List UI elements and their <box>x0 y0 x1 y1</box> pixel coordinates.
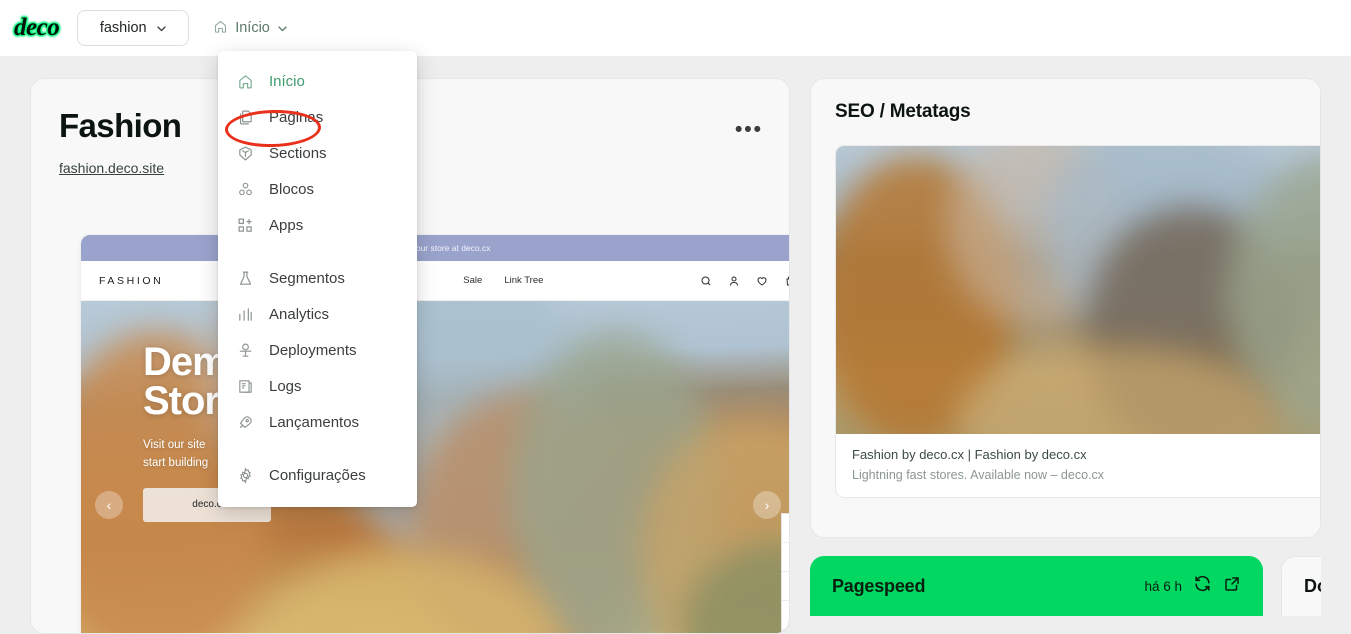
pagespeed-updated: há 6 h <box>1144 578 1182 594</box>
rocket-icon <box>236 413 255 432</box>
preview-promo-text: o your store at deco.cx <box>404 243 491 253</box>
home-icon <box>213 19 228 38</box>
search-icon[interactable] <box>700 275 712 287</box>
gear-icon <box>236 466 255 485</box>
seo-meta-description: Lightning fast stores. Available now – d… <box>852 468 1105 482</box>
store-preview[interactable]: o your store at deco.cx FASHION Sale Lin… <box>81 235 789 633</box>
whatsapp-icon[interactable] <box>782 514 789 543</box>
preview-hero: Dem Stor Visit our site start building d… <box>81 301 789 633</box>
menu-item-label: Deployments <box>269 341 357 359</box>
menu-item-label: Início <box>269 72 305 90</box>
preview-promo-banner: o your store at deco.cx <box>81 235 789 261</box>
preview-brand: FASHION <box>99 274 164 287</box>
user-icon[interactable] <box>728 275 740 287</box>
top-bar: deco fashion Início <box>0 0 1351 56</box>
seo-preview-box[interactable]: Fashion by deco.cx | Fashion by deco.cx … <box>835 145 1320 498</box>
seo-meta-title: Fashion by deco.cx | Fashion by deco.cx <box>852 447 1087 462</box>
preview-nav-link[interactable]: Link Tree <box>504 275 543 286</box>
menu-item-apps[interactable]: Apps <box>218 207 417 243</box>
menu-item-analytics[interactable]: Analytics <box>218 296 417 332</box>
ellipsis-icon[interactable]: ••• <box>735 119 763 140</box>
menu-item-deployments[interactable]: Deployments <box>218 332 417 368</box>
chat-icon[interactable] <box>782 543 789 572</box>
arrows-icon[interactable] <box>782 630 789 633</box>
preview-nav-icons <box>700 275 789 287</box>
menu-divider <box>218 440 417 457</box>
preview-nav-links: Sale Link Tree <box>463 275 543 286</box>
menu-item-label: Apps <box>269 216 304 234</box>
chevron-left-icon[interactable]: ‹ <box>95 491 123 519</box>
domain-card[interactable]: Dom <box>1281 556 1321 616</box>
flask-icon <box>236 269 255 288</box>
menu-item-label: Lançamentos <box>269 413 360 431</box>
menu-item-segmentos[interactable]: Segmentos <box>218 260 417 296</box>
menu-item-label: Páginas <box>269 108 324 126</box>
site-selector-label: fashion <box>99 20 147 36</box>
refresh-icon[interactable] <box>1193 574 1212 598</box>
menu-item-label: Logs <box>269 377 302 395</box>
bag-icon[interactable] <box>784 275 789 287</box>
menu-item-logs[interactable]: Logs <box>218 368 417 404</box>
truck-icon[interactable] <box>782 601 789 630</box>
menu-item-paginas[interactable]: Páginas <box>218 99 417 135</box>
menu-item-label: Configurações <box>269 466 366 484</box>
home-icon <box>236 72 255 91</box>
breadcrumb[interactable]: Início <box>213 19 288 38</box>
bottom-cards-row: Pagespeed há 6 h Dom <box>810 556 1321 616</box>
pagespeed-actions: há 6 h <box>1144 574 1241 598</box>
preview-nav-link[interactable]: Sale <box>463 275 482 286</box>
blocks-icon <box>236 180 255 199</box>
menu-item-label: Blocos <box>269 180 315 198</box>
seo-card-title: SEO / Metatags <box>835 101 971 122</box>
seo-preview-image <box>836 146 1320 434</box>
deco-logo[interactable]: deco <box>14 14 60 42</box>
external-link-icon[interactable] <box>1223 575 1241 598</box>
right-column: SEO / Metatags Fashion by deco.cx | Fash… <box>810 78 1321 634</box>
preview-navbar: FASHION Sale Link Tree <box>81 261 789 301</box>
chevron-down-icon <box>277 23 288 34</box>
domain-card-title: Dom <box>1304 576 1321 596</box>
apps-add-icon <box>236 216 255 235</box>
breadcrumb-label: Início <box>235 20 270 36</box>
site-url-link[interactable]: fashion.deco.site <box>59 160 164 176</box>
seo-meta-text: Fashion by deco.cx | Fashion by deco.cx … <box>836 434 1320 497</box>
heart-icon[interactable] <box>756 275 768 287</box>
menu-item-configuracoes[interactable]: Configurações <box>218 457 417 493</box>
site-selector[interactable]: fashion <box>77 10 190 46</box>
pagespeed-card[interactable]: Pagespeed há 6 h <box>810 556 1263 616</box>
seo-metatags-card: SEO / Metatags Fashion by deco.cx | Fash… <box>810 78 1321 538</box>
pencil-icon[interactable] <box>782 572 789 601</box>
pagespeed-title: Pagespeed <box>832 575 926 596</box>
cube-icon <box>236 144 255 163</box>
logs-icon <box>236 377 255 396</box>
menu-item-sections[interactable]: Sections <box>218 135 417 171</box>
menu-item-blocos[interactable]: Blocos <box>218 171 417 207</box>
navigation-dropdown-menu[interactable]: Início Páginas Sections Blocos Apps Segm… <box>218 51 417 507</box>
preview-side-toolbar <box>781 513 789 633</box>
menu-item-lancamentos[interactable]: Lançamentos <box>218 404 417 440</box>
page-body: ••• Fashion fashion.deco.site o your sto… <box>0 56 1351 634</box>
bar-chart-icon <box>236 305 255 324</box>
copy-icon <box>236 108 255 127</box>
menu-divider <box>218 243 417 260</box>
menu-item-inicio[interactable]: Início <box>218 63 417 99</box>
menu-item-label: Sections <box>269 144 327 162</box>
chevron-right-icon[interactable]: › <box>753 491 781 519</box>
chevron-down-icon <box>156 23 167 34</box>
menu-item-label: Segmentos <box>269 269 345 287</box>
deploy-icon <box>236 341 255 360</box>
menu-item-label: Analytics <box>269 305 330 323</box>
